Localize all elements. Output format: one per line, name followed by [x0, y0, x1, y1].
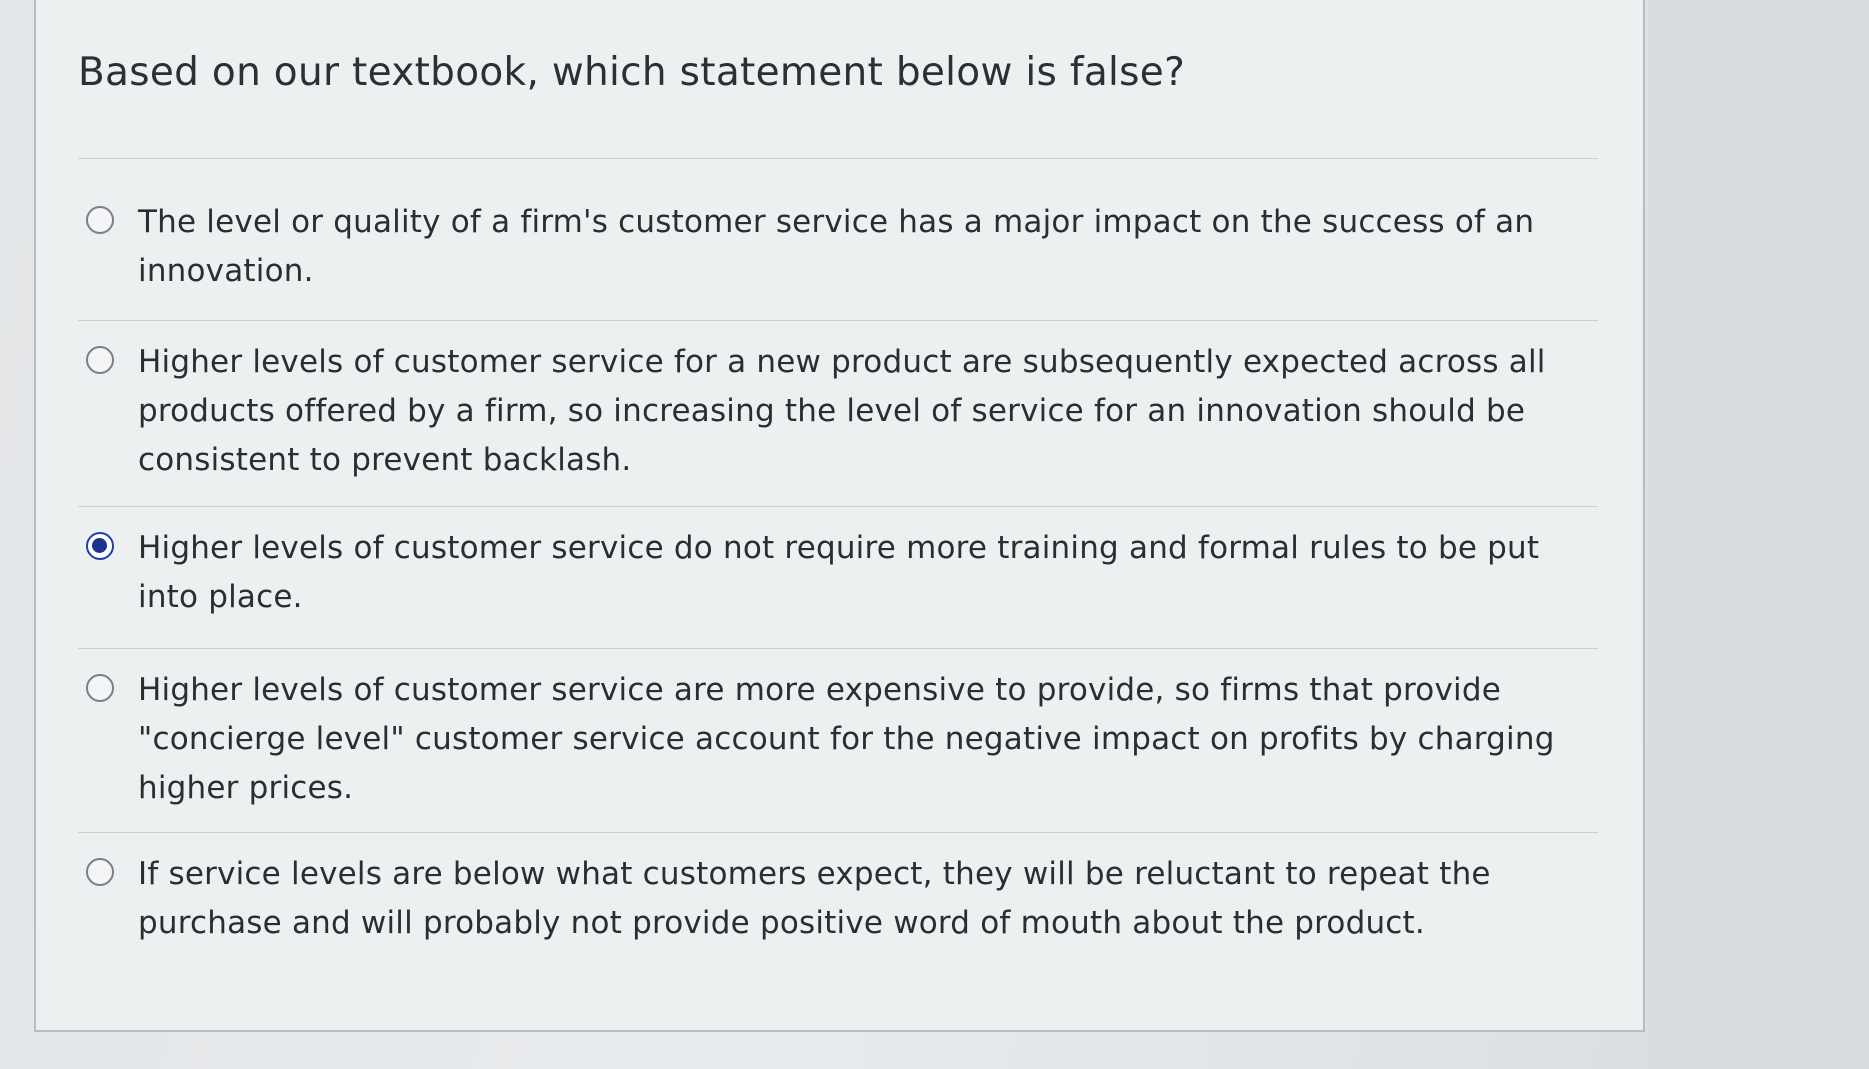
- answer-option-4[interactable]: Higher levels of customer service are mo…: [86, 666, 1586, 813]
- radio-button[interactable]: [86, 206, 114, 234]
- radio-button[interactable]: [86, 674, 114, 702]
- answer-option-label: Higher levels of customer service are mo…: [138, 672, 1555, 806]
- divider: [78, 832, 1598, 833]
- answer-option-2[interactable]: Higher levels of customer service for a …: [86, 338, 1586, 485]
- answer-option-label: Higher levels of customer service do not…: [138, 530, 1540, 615]
- question-card: Based on our textbook, which statement b…: [34, 0, 1645, 1032]
- divider: [78, 320, 1598, 321]
- question-prompt: Based on our textbook, which statement b…: [78, 50, 1186, 95]
- answer-option-label: If service levels are below what custome…: [138, 856, 1491, 941]
- divider: [78, 158, 1598, 159]
- answer-option-3[interactable]: Higher levels of customer service do not…: [86, 524, 1586, 622]
- divider: [78, 506, 1598, 507]
- radio-button[interactable]: [86, 858, 114, 886]
- answer-option-label: The level or quality of a firm's custome…: [138, 204, 1535, 289]
- answer-option-1[interactable]: The level or quality of a firm's custome…: [86, 198, 1586, 296]
- page-background-right: [1648, 0, 1869, 1069]
- divider: [78, 648, 1598, 649]
- radio-button[interactable]: [86, 346, 114, 374]
- radio-button-selected[interactable]: [86, 532, 114, 560]
- answer-option-label: Higher levels of customer service for a …: [138, 344, 1546, 478]
- answer-option-5[interactable]: If service levels are below what custome…: [86, 850, 1586, 948]
